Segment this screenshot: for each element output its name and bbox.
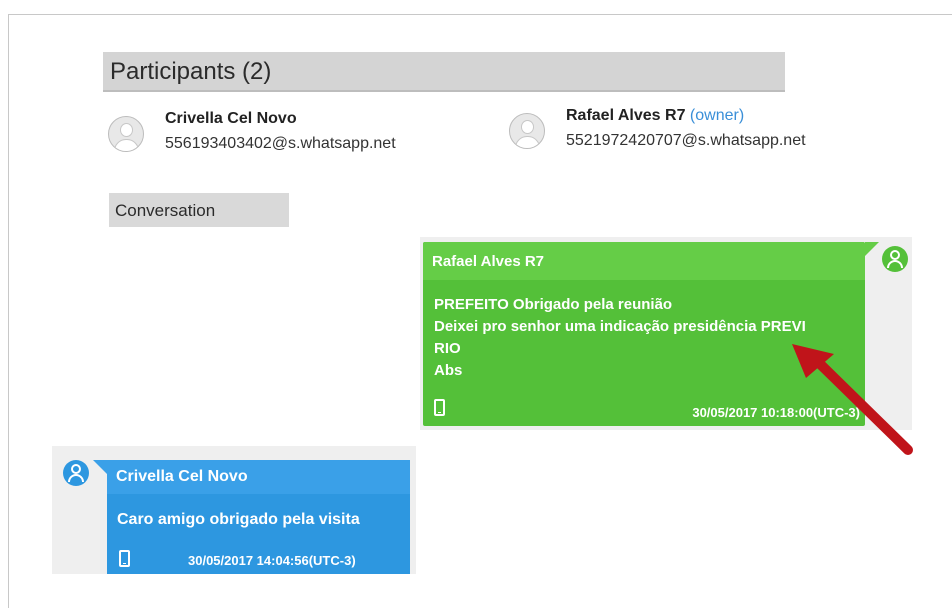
participant-jid: 556193403402@s.whatsapp.net [165, 135, 396, 152]
conversation-header: Conversation [109, 193, 289, 227]
phone-icon [434, 399, 445, 416]
message-line: Abs [434, 362, 463, 379]
message-bubble-blue: Crivella Cel Novo Caro amigo obrigado pe… [93, 460, 410, 574]
participant-jid: 5521972420707@s.whatsapp.net [566, 132, 806, 149]
phone-icon [119, 550, 130, 567]
participant-name: Rafael Alves R7 (owner) [566, 107, 745, 124]
message-line: Deixei pro senhor uma indicação presidên… [434, 318, 806, 335]
avatar-icon [108, 116, 144, 152]
message-line: PREFEITO Obrigado pela reunião [434, 296, 673, 313]
participants-title: Participants (2) [110, 58, 272, 85]
message-timestamp: 30/05/2017 14:04:56(UTC-3) [188, 553, 356, 568]
owner-badge: (owner) [689, 107, 745, 124]
participant-crivella[interactable]: Crivella Cel Novo 556193403402@s.whatsap… [108, 108, 448, 164]
annotation-arrow [792, 344, 913, 455]
message-line: RIO [434, 340, 461, 357]
conversation-title: Conversation [115, 201, 216, 220]
user-icon [882, 246, 908, 272]
participant-rafael[interactable]: Rafael Alves R7 (owner) 5521972420707@s.… [509, 105, 849, 161]
message-text: Caro amigo obrigado pela visita [117, 511, 360, 528]
message-sender: Crivella Cel Novo [116, 468, 248, 485]
participants-header: Participants (2) [103, 52, 785, 92]
participant-name: Crivella Cel Novo [165, 110, 297, 127]
message-incoming[interactable]: Crivella Cel Novo Caro amigo obrigado pe… [52, 446, 416, 574]
message-sender: Rafael Alves R7 [432, 253, 545, 270]
avatar-icon [509, 113, 545, 149]
user-icon [63, 460, 89, 486]
